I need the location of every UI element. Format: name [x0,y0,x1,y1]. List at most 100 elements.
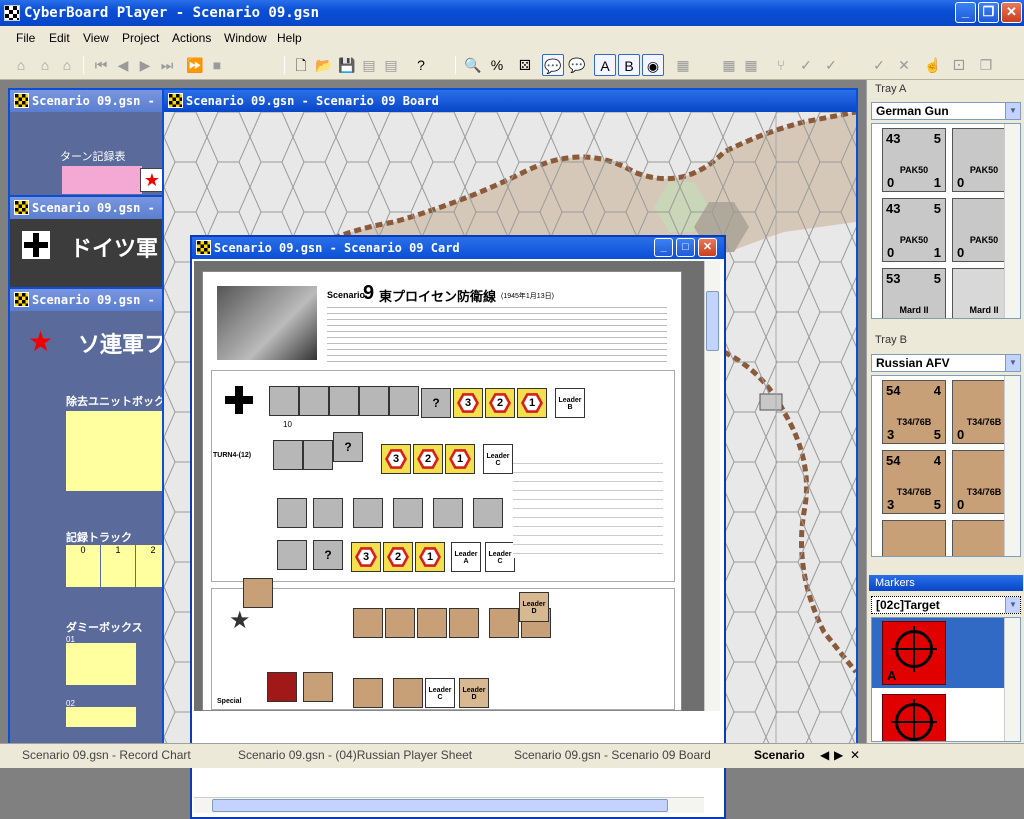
menu-window[interactable]: Window [224,31,267,45]
group-icon[interactable]: ▦ [718,54,740,76]
german-counter[interactable] [393,498,423,528]
leader-c-counter[interactable]: Leader C [425,678,455,708]
russian-counter[interactable] [393,678,423,708]
minimize-button[interactable]: _ [955,2,976,23]
check-icon[interactable]: ✓ [795,54,817,76]
hand-icon[interactable]: ☝ [922,54,944,76]
check-all-icon[interactable]: ✓ [868,54,890,76]
hidden-counter[interactable]: ? [313,540,343,570]
first-move-icon[interactable]: ⏮ [90,54,112,76]
hex-counter-1[interactable]: 1 [415,542,445,572]
german-counter[interactable] [313,498,343,528]
target-marker[interactable]: B [882,694,946,741]
eliminated-box[interactable] [66,411,166,491]
restore-button[interactable]: ❐ [978,2,999,23]
stop-icon[interactable]: ■ [206,54,228,76]
tab-scenario-card[interactable]: Scenario [754,748,805,762]
leader-c-counter[interactable]: Leader C [485,542,515,572]
hex-counter-2[interactable]: 2 [413,444,443,474]
tray-a-list[interactable]: 435PAK5001 5PAK5000 435PAK5001 5PAK5000 … [871,123,1021,319]
menu-view[interactable]: View [83,31,109,45]
chevron-down-icon[interactable]: ▼ [1005,103,1020,119]
dummy-box-1[interactable] [66,643,136,685]
tray-piece[interactable]: 43 5 PAK50 0 1 [882,198,946,262]
german-counter[interactable] [353,498,383,528]
board-title[interactable]: Scenario 09.gsn - Scenario 09 Board [164,90,856,112]
russian-sheet-window[interactable]: Scenario 09.gsn - (04)Russian Player She… [8,287,188,745]
tray-a-header[interactable]: Tray A [869,81,1023,97]
russian-special-counter[interactable] [267,672,297,702]
track-cell[interactable]: 1 [101,545,135,587]
markers-header[interactable]: Markers [869,575,1023,591]
print-icon[interactable]: ▤ [358,54,380,76]
leader-d-counter[interactable]: Leader D [459,678,489,708]
russian-counter[interactable] [489,608,519,638]
print-preview-icon[interactable]: ▤ [380,54,402,76]
hex-counter-2[interactable]: 2 [485,388,515,418]
hex-counter-1[interactable]: 1 [517,388,547,418]
markers-select[interactable]: [02c]Target ▼ [871,596,1021,614]
german-sheet-title[interactable]: Scenario 09.gsn - (05)German Player Shee… [10,197,186,219]
eye-icon[interactable]: ◉ [642,54,664,76]
tray-piece[interactable]: 54 4 T34/76B 3 5 [882,380,946,444]
scale-icon[interactable]: % [486,54,508,76]
app-title-bar[interactable]: CyberBoard Player - Scenario 09.gsn _ ❐ … [0,0,1024,26]
scenario-card[interactable]: Scenario 9 東プロイセン防衛線 (1945年1月13日) ? 3 2 [194,261,720,711]
german-counter[interactable] [277,540,307,570]
markers-scrollbar[interactable] [1004,618,1020,741]
tab-board[interactable]: Scenario 09.gsn - Scenario 09 Board [514,748,711,762]
track-cell[interactable]: 0 [66,545,100,587]
card-minimize-button[interactable]: _ [654,238,673,257]
russian-counter[interactable] [243,578,273,608]
menu-edit[interactable]: Edit [49,31,70,45]
tab-record-chart[interactable]: Scenario 09.gsn - Record Chart [22,748,191,762]
chevron-down-icon[interactable]: ▼ [1005,597,1020,613]
record-chart-title[interactable]: Scenario 09.gsn - Record Chart [10,90,186,112]
german-counter[interactable] [277,498,307,528]
window-tile-icon[interactable]: ❐ [975,54,997,76]
german-counter[interactable] [269,386,299,416]
target-marker[interactable]: A [882,621,946,685]
fast-forward-icon[interactable]: ⏩ [184,54,206,76]
card-title[interactable]: Scenario 09.gsn - Scenario 09 Card [192,237,724,259]
new-file-icon[interactable]: 🗋 [290,54,312,76]
russian-counter[interactable] [385,608,415,638]
card-window[interactable]: Scenario 09.gsn - Scenario 09 Card _ □ ✕… [190,235,726,819]
dice-icon[interactable]: ⚄ [514,54,536,76]
home-x-icon[interactable]: ⌂ [56,54,78,76]
save-icon[interactable]: 💾 [336,54,358,76]
hidden-counter[interactable]: ? [333,432,363,462]
german-counter[interactable] [329,386,359,416]
zoom-icon[interactable]: 🔍 [462,54,484,76]
german-counter[interactable] [273,440,303,470]
russian-counter[interactable] [417,608,447,638]
dummy-box-2[interactable] [66,707,136,727]
tray-piece[interactable]: 43 5 PAK50 0 1 [882,128,946,192]
last-move-icon[interactable]: ⏭ [156,54,178,76]
card-scroll-thumb[interactable] [706,291,719,351]
leader-c-counter[interactable]: Leader C [483,444,513,474]
chevron-down-icon[interactable]: ▼ [1005,355,1020,371]
app-icon[interactable] [4,5,20,21]
hidden-counter[interactable]: ? [421,388,451,418]
card-vertical-scrollbar[interactable] [704,261,720,711]
russian-counter[interactable] [449,608,479,638]
german-counter[interactable] [433,498,463,528]
home-icon[interactable]: ⌂ [10,54,32,76]
hex-counter-3[interactable]: 3 [381,444,411,474]
chat-bubble-icon[interactable]: 💬 [542,54,564,76]
leader-b-counter[interactable]: Leader B [555,388,585,418]
tray-b-select[interactable]: Russian AFV ▼ [871,354,1021,372]
markers-list[interactable]: A B [871,617,1021,742]
hex-counter-2[interactable]: 2 [383,542,413,572]
german-counter[interactable] [303,440,333,470]
tab-russian-sheet[interactable]: Scenario 09.gsn - (04)Russian Player She… [238,748,472,762]
chat-bubble-alt-icon[interactable]: 💬 [566,54,588,76]
menu-project[interactable]: Project [122,31,159,45]
next-move-icon[interactable]: ▶ [134,54,156,76]
hex-counter-3[interactable]: 3 [453,388,483,418]
tray-piece[interactable]: 54 4 T34/76B 3 5 [882,450,946,514]
menu-actions[interactable]: Actions [172,31,211,45]
home-check-icon[interactable]: ⌂ [34,54,56,76]
menu-file[interactable]: File [16,31,35,45]
